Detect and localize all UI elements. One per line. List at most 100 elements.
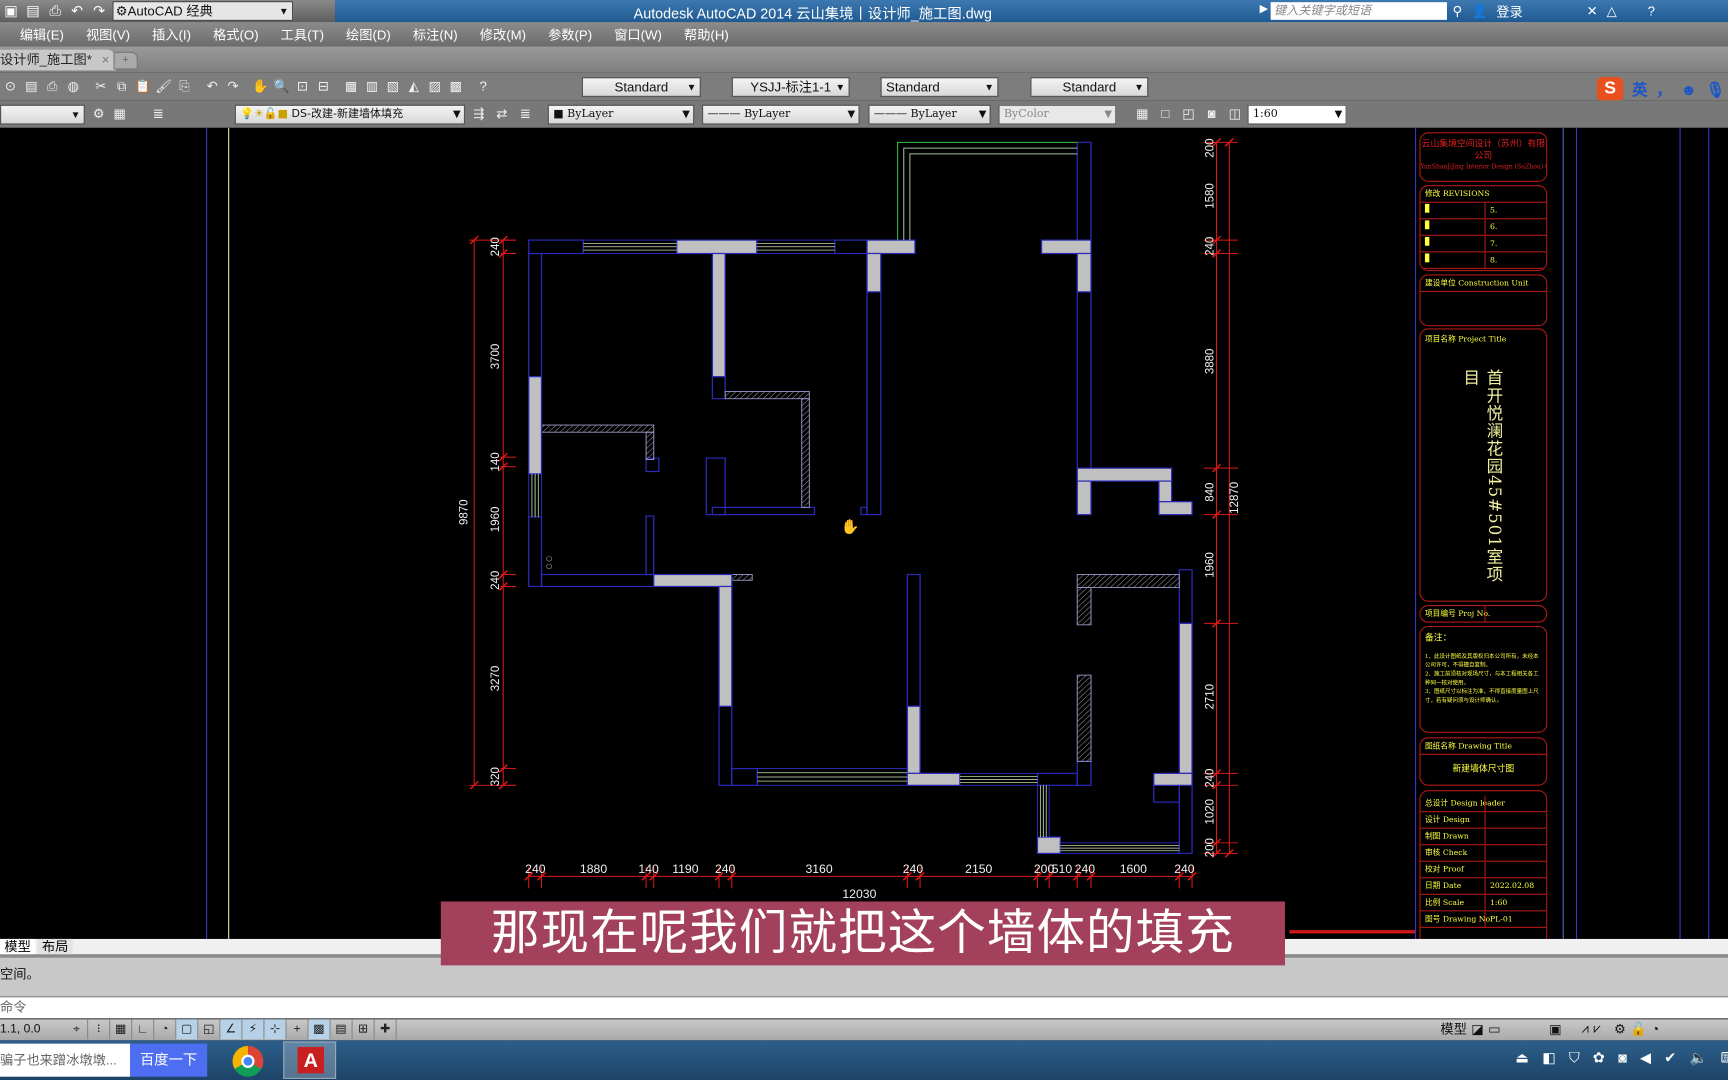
undo-icon[interactable]: ↶: [68, 2, 86, 20]
pan-icon[interactable]: ✋: [251, 77, 270, 96]
autocad-taskbar-button[interactable]: A: [283, 1041, 337, 1079]
transparency-icon[interactable]: ▩: [308, 1019, 331, 1040]
annotation-scale-select[interactable]: 1:60 ▼: [1247, 104, 1347, 125]
menu-item[interactable]: 修改(M): [480, 25, 526, 44]
menu-item[interactable]: 工具(T): [281, 25, 324, 44]
sogou-icon[interactable]: S: [1596, 77, 1624, 102]
layer-previous-icon[interactable]: ⇄: [493, 105, 512, 124]
menu-item[interactable]: 标注(N): [413, 25, 458, 44]
menu-item[interactable]: 插入(I): [152, 25, 191, 44]
clip-viewport-icon[interactable]: ◫: [1225, 105, 1244, 124]
3d-dwf-icon[interactable]: ◍: [64, 77, 83, 96]
binoculars-icon[interactable]: ⚲: [1452, 3, 1462, 18]
flower-icon[interactable]: ✿: [1593, 1049, 1605, 1067]
paste-icon[interactable]: 📋: [133, 77, 152, 96]
login-link[interactable]: 登录: [1496, 2, 1522, 21]
document-tab[interactable]: 设计师_施工图* ×: [0, 49, 117, 71]
zoom-icon[interactable]: ⊙: [1, 77, 20, 96]
block-editor-icon[interactable]: ⎘: [175, 77, 194, 96]
lineweight-icon[interactable]: +: [287, 1019, 309, 1040]
match-properties-icon[interactable]: 🖌: [154, 77, 173, 96]
markup-icon[interactable]: ▨: [425, 77, 444, 96]
tab-layout[interactable]: 布局: [37, 938, 73, 955]
quick-properties-icon[interactable]: ▤: [331, 1019, 353, 1040]
app-icon[interactable]: ◧: [1542, 1049, 1556, 1067]
menu-item[interactable]: 参数(P): [548, 25, 592, 44]
polar-icon[interactable]: ◔: [154, 1019, 177, 1040]
redo-icon[interactable]: ↷: [90, 2, 108, 20]
microphone-icon[interactable]: 🎙: [1706, 80, 1726, 99]
snap-icon[interactable]: ⌖: [66, 1019, 89, 1040]
menu-item[interactable]: 帮助(H): [684, 25, 729, 44]
nvidia-icon[interactable]: ◙: [1618, 1049, 1627, 1067]
new-tab-button[interactable]: +: [113, 51, 138, 70]
make-current-icon[interactable]: ⇶: [469, 105, 488, 124]
undo-icon[interactable]: ↶: [203, 77, 222, 96]
calculator-icon[interactable]: ▩: [446, 77, 465, 96]
chrome-icon[interactable]: [232, 1045, 264, 1077]
ime-mode[interactable]: 英: [1632, 78, 1647, 100]
help-search-input[interactable]: 键入关键字或短语: [1270, 2, 1447, 20]
zoom-window-icon[interactable]: ⊡: [293, 77, 312, 96]
taskbar-search-input[interactable]: 骗子也来蹭冰墩墩...: [0, 1043, 131, 1077]
table-style-select[interactable]: Standard ▼: [880, 77, 999, 97]
workspace-gear-icon[interactable]: ⚙: [1614, 1021, 1626, 1036]
help-icon[interactable]: ?: [1648, 3, 1655, 18]
maximize-viewport-icon[interactable]: ▣: [1549, 1021, 1562, 1036]
grid-display-icon[interactable]: ⁝: [88, 1019, 111, 1040]
cut-icon[interactable]: ✂: [91, 77, 110, 96]
publish-icon[interactable]: ⎙: [43, 77, 62, 96]
workspace-select[interactable]: ⚙AutoCAD 经典 ▼: [112, 1, 294, 21]
selection-cycling-icon[interactable]: ⊞: [353, 1019, 375, 1040]
menu-item[interactable]: 视图(V): [86, 25, 130, 44]
volume-icon[interactable]: 🔈: [1689, 1049, 1707, 1067]
menu-item[interactable]: 编辑(E): [20, 25, 64, 44]
copy-icon[interactable]: ⧉: [112, 77, 131, 96]
drawing-canvas[interactable]: 9870 240 3700 140 1960 240 3270 320 200 1580 240 38…: [0, 127, 1728, 939]
ducs-icon[interactable]: ⚡: [242, 1019, 265, 1040]
zoom-previous-icon[interactable]: ⊟: [314, 77, 333, 96]
menu-item[interactable]: 窗口(W): [614, 25, 662, 44]
dyn-icon[interactable]: ⊹: [264, 1019, 287, 1040]
tool-palettes-icon[interactable]: ▧: [384, 77, 403, 96]
speaker-icon[interactable]: ◀: [1640, 1049, 1651, 1067]
print-icon[interactable]: ⎙: [46, 2, 64, 20]
quick-view-icon[interactable]: ▭: [1488, 1021, 1501, 1036]
shield-icon[interactable]: ⛉: [1569, 1049, 1580, 1067]
save-icon[interactable]: ▣: [2, 2, 20, 20]
ime-punct[interactable]: ，: [1656, 78, 1671, 100]
annotation-scale-icon[interactable]: ⩘: [1581, 1020, 1588, 1037]
workspace-dropdown[interactable]: ▼: [0, 104, 85, 125]
hardware-accel-icon[interactable]: ◔: [1651, 1021, 1659, 1036]
menu-item[interactable]: 格式(O): [213, 25, 259, 44]
menu-item[interactable]: 绘图(D): [346, 25, 391, 44]
workspace-settings-icon[interactable]: ⚙: [89, 105, 108, 124]
a360-icon[interactable]: △: [1607, 3, 1617, 18]
plotstyle-select[interactable]: ByColor ▼: [998, 104, 1117, 125]
baidu-search-button[interactable]: 百度一下: [130, 1043, 208, 1077]
annotation-visibility-icon[interactable]: ⩗: [1593, 1020, 1600, 1037]
tab-model[interactable]: 模型: [0, 938, 36, 955]
layer-manager-icon[interactable]: ▦: [110, 105, 129, 124]
expand-icon[interactable]: ▶: [1260, 3, 1268, 15]
otrack-icon[interactable]: ∠: [220, 1019, 243, 1040]
layout-icon[interactable]: ◪: [1471, 1021, 1484, 1036]
usb-icon[interactable]: ⏏: [1515, 1049, 1529, 1067]
exchange-icon[interactable]: ✕: [1587, 3, 1598, 18]
grid-icon[interactable]: ▦: [110, 1019, 133, 1040]
network-icon[interactable]: ⌨: [1721, 1049, 1728, 1067]
network-check-icon[interactable]: ✔: [1664, 1049, 1676, 1067]
annotation-monitor-icon[interactable]: ✚: [375, 1019, 397, 1040]
osnap-icon[interactable]: ▢: [176, 1019, 199, 1040]
properties-icon[interactable]: ▦: [342, 77, 361, 96]
mleader-style-select[interactable]: Standard ▼: [1030, 77, 1149, 97]
design-center-icon[interactable]: ▥: [363, 77, 382, 96]
help-icon[interactable]: ?: [474, 77, 493, 96]
model-space-button[interactable]: 模型: [1440, 1019, 1466, 1038]
color-select[interactable]: ■ ByLayer ▼: [547, 104, 695, 125]
print-preview-icon[interactable]: ▤: [22, 77, 41, 96]
text-style-select[interactable]: Standard ▼: [581, 77, 701, 97]
dim-style-select[interactable]: YSJJ-标注1-1 ▼: [731, 77, 850, 97]
viewport-icon[interactable]: ▦: [1133, 105, 1152, 124]
command-input[interactable]: 命令: [0, 996, 1728, 1019]
